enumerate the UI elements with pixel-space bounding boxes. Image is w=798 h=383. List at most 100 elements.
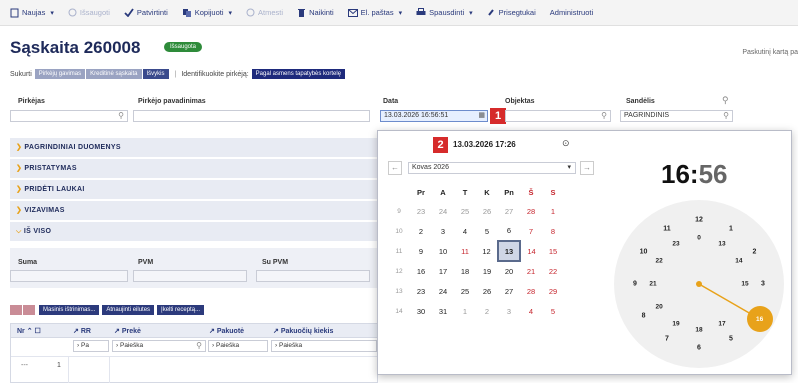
- calendar-day[interactable]: 27: [498, 201, 520, 221]
- calendar-day[interactable]: 21: [520, 261, 542, 281]
- search-icon[interactable]: ⚲: [723, 111, 729, 121]
- calendar-day[interactable]: 28: [520, 281, 542, 301]
- toolbar-item-1[interactable]: Išsaugoti: [68, 8, 110, 17]
- calendar-day[interactable]: 15: [542, 241, 564, 261]
- calendar-day[interactable]: 2: [410, 221, 432, 241]
- calendar-day[interactable]: 27: [498, 281, 520, 301]
- section-totals[interactable]: ⌵ IŠ VISO: [10, 222, 378, 242]
- col-item[interactable]: ↗ Prekė: [114, 327, 141, 335]
- calendar-day[interactable]: 30: [410, 301, 432, 321]
- toolbar-item-0[interactable]: Naujas ▾: [10, 8, 54, 18]
- create-button-buyer-receipt[interactable]: Pirkėjų gavimas: [34, 69, 86, 79]
- calendar-day[interactable]: 18: [454, 261, 476, 281]
- clock-hour-19[interactable]: 19: [672, 320, 679, 327]
- calendar-day[interactable]: 26: [476, 281, 498, 301]
- copy-row-icon[interactable]: [23, 305, 35, 315]
- month-select[interactable]: Kovas 2026 ▾: [408, 162, 576, 174]
- toolbar-item-9[interactable]: Administruoti: [550, 8, 593, 17]
- col-nr[interactable]: Nr ⌃ ☐: [17, 327, 41, 335]
- clock-hour-10[interactable]: 10: [640, 249, 648, 256]
- calendar-day[interactable]: 2: [476, 301, 498, 321]
- calendar-day[interactable]: 7: [520, 221, 542, 241]
- toolbar-item-8[interactable]: Prisegtukai: [487, 8, 536, 18]
- create-button-credit-invoice[interactable]: Kreditinė sąskaita: [86, 69, 142, 79]
- calendar-day[interactable]: 23: [410, 281, 432, 301]
- section-approval[interactable]: ❯ VIZAVIMAS: [10, 201, 378, 221]
- calendar-day[interactable]: 25: [454, 281, 476, 301]
- clock-hour-22[interactable]: 22: [656, 258, 663, 265]
- clock-hour-8[interactable]: 8: [642, 313, 646, 320]
- refresh-rows-button[interactable]: Atnaujinti eilutes: [102, 305, 155, 315]
- filter-package-qty[interactable]: › Paieška: [271, 340, 377, 352]
- filter-item[interactable]: › Paieška ⚲: [112, 340, 206, 352]
- calendar-day[interactable]: 6: [498, 221, 520, 241]
- calendar-day[interactable]: 13: [497, 240, 521, 262]
- col-package-qty[interactable]: ↗ Pakuočių kiekis: [273, 327, 333, 335]
- search-icon[interactable]: ⚲: [601, 111, 607, 121]
- calendar-day[interactable]: 25: [454, 201, 476, 221]
- calendar-day[interactable]: 4: [454, 221, 476, 241]
- chevron-down-icon[interactable]: ▾: [469, 9, 473, 17]
- col-rr[interactable]: ↗ RR: [73, 327, 91, 335]
- buyer-input[interactable]: ⚲: [10, 110, 128, 122]
- calendar-day[interactable]: 28: [520, 201, 542, 221]
- clock-hour-15[interactable]: 15: [741, 281, 748, 288]
- clock-hour-13[interactable]: 13: [718, 241, 725, 248]
- chevron-down-icon[interactable]: ▾: [50, 9, 54, 17]
- filter-rr[interactable]: › Pa: [73, 340, 109, 352]
- calendar-day[interactable]: 16: [410, 261, 432, 281]
- clock-hour-2[interactable]: 2: [752, 249, 756, 256]
- toolbar-item-5[interactable]: Naikinti: [297, 8, 334, 18]
- load-recipe-button[interactable]: Įkelti receptą...: [157, 305, 205, 315]
- clock-hour-0[interactable]: 0: [697, 235, 701, 242]
- section-main-data[interactable]: ❯ PAGRINDINIAI DUOMENYS: [10, 138, 378, 158]
- clock-face[interactable]: 12123456789101101314151617181920212223: [614, 200, 784, 368]
- calendar-day[interactable]: 29: [542, 281, 564, 301]
- delete-icon[interactable]: [10, 305, 22, 315]
- next-month-button[interactable]: →: [580, 161, 594, 175]
- object-input[interactable]: ⚲: [505, 110, 611, 122]
- calendar-day[interactable]: 9: [410, 241, 432, 261]
- calendar-day[interactable]: 23: [410, 201, 432, 221]
- toolbar-item-7[interactable]: Spausdinti ▾: [416, 8, 473, 17]
- time-minute[interactable]: 56: [699, 159, 728, 189]
- calendar-day[interactable]: 11: [454, 241, 476, 261]
- link-icon[interactable]: ⚲: [722, 95, 729, 106]
- calendar-day[interactable]: 8: [542, 221, 564, 241]
- toolbar-item-6[interactable]: El. paštas ▾: [347, 8, 403, 17]
- toolbar-item-4[interactable]: Atmesti: [246, 8, 283, 17]
- create-button-dispatch[interactable]: Išvykis: [142, 69, 169, 79]
- clock-hour-20[interactable]: 20: [656, 304, 663, 311]
- identify-by-id-button[interactable]: Pagal asmens tapatybės kortelę: [251, 69, 346, 79]
- calendar-day[interactable]: 5: [542, 301, 564, 321]
- calendar-day[interactable]: 14: [520, 241, 542, 261]
- warehouse-input[interactable]: PAGRINDINIS ⚲: [620, 110, 733, 122]
- date-input[interactable]: 13.03.2026 16:56:51 ▦: [380, 110, 488, 122]
- clock-hour-6[interactable]: 6: [697, 345, 701, 352]
- toolbar-item-2[interactable]: Patvirtinti: [124, 8, 168, 17]
- calendar-day[interactable]: 26: [476, 201, 498, 221]
- clock-hour-5[interactable]: 5: [729, 336, 733, 343]
- clock-hour-18[interactable]: 18: [695, 327, 702, 334]
- section-delivery[interactable]: ❯ PRISTATYMAS: [10, 159, 378, 179]
- clock-hour-7[interactable]: 7: [665, 336, 669, 343]
- clock-hour-17[interactable]: 17: [718, 320, 725, 327]
- clock-hour-14[interactable]: 14: [735, 258, 742, 265]
- clock-hour-1[interactable]: 1: [729, 225, 733, 232]
- search-icon[interactable]: ⚲: [118, 111, 124, 121]
- calendar-day[interactable]: 20: [498, 261, 520, 281]
- prev-month-button[interactable]: ←: [388, 161, 402, 175]
- clock-hour-11[interactable]: 11: [663, 225, 670, 232]
- section-extra-fields[interactable]: ❯ PRIDĖTI LAUKAI: [10, 180, 378, 200]
- calendar-day[interactable]: 24: [432, 201, 454, 221]
- chevron-down-icon[interactable]: ▾: [399, 9, 403, 17]
- calendar-day[interactable]: 19: [476, 261, 498, 281]
- calendar-day[interactable]: 3: [498, 301, 520, 321]
- calendar-day[interactable]: 12: [476, 241, 498, 261]
- calendar-day[interactable]: 1: [542, 201, 564, 221]
- chevron-down-icon[interactable]: ▾: [229, 9, 233, 17]
- filter-package[interactable]: › Paieška: [208, 340, 268, 352]
- calendar-day[interactable]: 5: [476, 221, 498, 241]
- clock-hour-21[interactable]: 21: [649, 281, 656, 288]
- clock-hour-9[interactable]: 9: [633, 281, 637, 288]
